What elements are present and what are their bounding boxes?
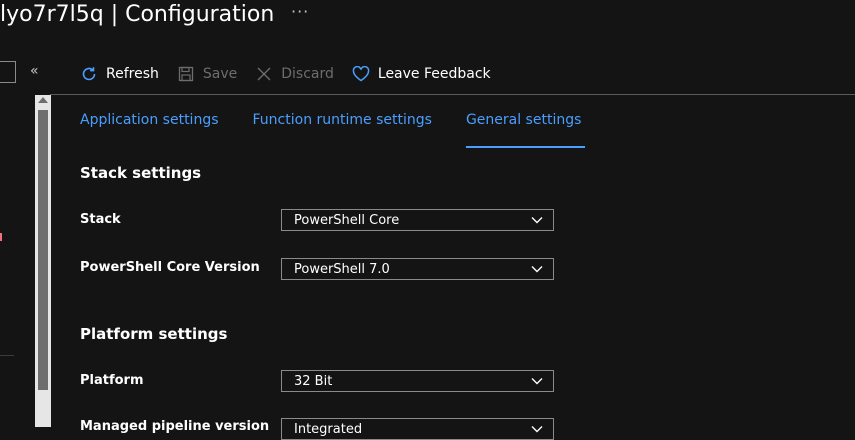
- powershell-version-value: PowerShell 7.0: [294, 261, 390, 277]
- scroll-up-icon[interactable]: [38, 97, 48, 103]
- discard-label: Discard: [281, 66, 334, 82]
- collapse-menu-icon[interactable]: «: [30, 63, 39, 79]
- stack-value: PowerShell Core: [294, 212, 400, 228]
- settings-tabs: Application settings Function runtime se…: [80, 112, 615, 148]
- powershell-version-dropdown[interactable]: PowerShell 7.0: [281, 258, 554, 280]
- scrollbar-thumb[interactable]: [38, 110, 48, 390]
- toolbar-divider: [50, 94, 855, 95]
- page-title: lyo7r7l5q | Configuration: [0, 2, 275, 27]
- tab-function-runtime-settings[interactable]: Function runtime settings: [253, 112, 432, 144]
- leave-feedback-button[interactable]: Leave Feedback: [352, 65, 491, 83]
- discard-icon: [255, 65, 273, 83]
- feedback-label: Leave Feedback: [377, 66, 491, 82]
- platform-value: 32 Bit: [294, 373, 333, 389]
- stack-dropdown[interactable]: PowerShell Core: [281, 209, 554, 231]
- save-icon: [177, 65, 195, 83]
- refresh-label: Refresh: [106, 66, 159, 82]
- menu-item-marker: [0, 233, 2, 241]
- tab-application-settings[interactable]: Application settings: [80, 112, 219, 144]
- tab-general-settings[interactable]: General settings: [465, 112, 586, 148]
- platform-label: Platform: [80, 373, 144, 388]
- chevron-down-icon: [531, 422, 543, 437]
- refresh-button[interactable]: Refresh: [80, 65, 159, 83]
- platform-settings-heading: Platform settings: [80, 325, 228, 343]
- more-options-icon[interactable]: ···: [291, 2, 309, 21]
- powershell-version-label: PowerShell Core Version: [80, 260, 260, 275]
- menu-divider: [0, 355, 14, 356]
- chevron-down-icon: [531, 213, 543, 228]
- save-label: Save: [202, 66, 238, 82]
- stack-label: Stack: [80, 212, 121, 227]
- stack-settings-heading: Stack settings: [80, 164, 202, 182]
- platform-dropdown[interactable]: 32 Bit: [281, 370, 554, 392]
- heart-icon: [352, 65, 370, 83]
- chevron-down-icon: [531, 374, 543, 389]
- managed-pipeline-dropdown[interactable]: Integrated: [281, 418, 554, 440]
- refresh-icon: [80, 65, 98, 83]
- command-bar: Refresh Save Discard Leave Feedback: [80, 60, 509, 88]
- save-button[interactable]: Save: [177, 65, 237, 83]
- menu-search-input[interactable]: [0, 61, 16, 83]
- discard-button[interactable]: Discard: [255, 65, 334, 83]
- chevron-down-icon: [531, 262, 543, 277]
- managed-pipeline-value: Integrated: [294, 421, 363, 437]
